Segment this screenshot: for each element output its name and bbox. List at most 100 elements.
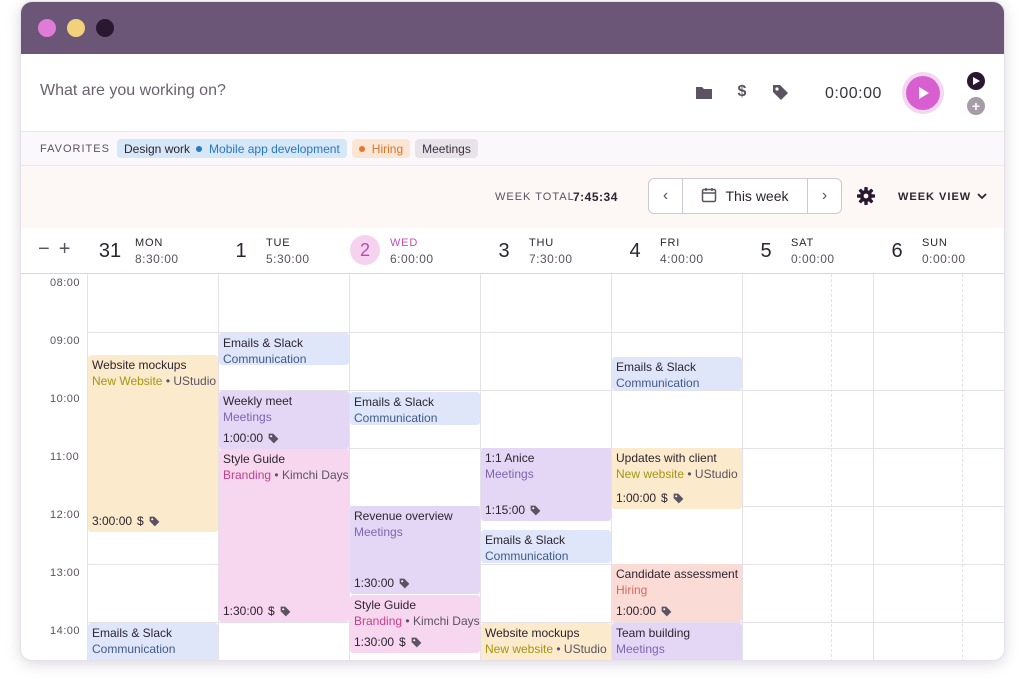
- time-entry-style-guide[interactable]: Style Guide Branding • Kimchi Days 1:30:…: [350, 595, 480, 653]
- hour-label: 09:00: [50, 335, 81, 347]
- timer-mode-icon[interactable]: [967, 72, 985, 90]
- tag-icon: [673, 493, 684, 504]
- entry-title: Emails & Slack: [485, 533, 566, 547]
- entry-title: Emails & Slack: [616, 360, 697, 374]
- time-entry-emails-slack[interactable]: Emails & Slack Communication: [350, 392, 480, 425]
- time-entry-website-mockups[interactable]: Website mockups New website • UStudio: [481, 623, 611, 660]
- timer-value: 0:00:00: [825, 85, 882, 102]
- task-description-input[interactable]: [40, 82, 460, 100]
- entry-project: New website: [485, 642, 554, 656]
- billable-dollar-icon: $: [137, 514, 144, 528]
- day-number: 1: [235, 240, 247, 262]
- day-number: 6: [891, 240, 903, 262]
- entry-project: Meetings: [354, 525, 403, 539]
- week-total-label: WEEK TOTAL: [495, 191, 575, 203]
- day-name: SUN: [922, 237, 948, 249]
- title-bar: [21, 2, 1004, 54]
- time-entry-style-guide[interactable]: Style Guide Branding • Kimchi Days 1:30:…: [219, 449, 349, 622]
- day-column-divider: [873, 274, 874, 660]
- entry-duration: 1:00:00: [223, 431, 264, 445]
- entry-title: Website mockups: [92, 358, 187, 372]
- time-entry-revenue-overview[interactable]: Revenue overview Meetings 1:30:00: [350, 506, 480, 594]
- entry-project: New website: [616, 467, 685, 481]
- day-name: MON: [135, 237, 164, 249]
- day-name: WED: [390, 237, 419, 249]
- entry-project: Branding: [223, 468, 272, 482]
- entry-project: Meetings: [223, 410, 272, 424]
- week-toolbar: WEEK TOTAL 7:45:34 ‹ This week › WEEK VI…: [21, 166, 1004, 228]
- day-name: TUE: [266, 237, 291, 249]
- time-entry-weekly-meet[interactable]: Weekly meet Meetings 1:00:00: [219, 391, 349, 449]
- time-entry-website-mockups[interactable]: Website mockups New Website • UStudio 3:…: [88, 355, 218, 532]
- entry-project: Communication: [354, 411, 438, 425]
- time-entry-updates-with-client[interactable]: Updates with client New website • UStudi…: [612, 448, 742, 509]
- previous-week-button[interactable]: ‹: [649, 179, 683, 213]
- zoom-in-button[interactable]: +: [59, 238, 71, 261]
- close-window-button[interactable]: [38, 19, 56, 37]
- entry-project: Communication: [616, 376, 700, 390]
- calendar-icon: [701, 187, 717, 206]
- favorite-chip-design-work[interactable]: Design work Mobile app development: [117, 139, 347, 158]
- bullet-separator: •: [687, 467, 692, 481]
- week-picker-button[interactable]: This week: [683, 179, 807, 213]
- entry-title: 1:1 Anice: [485, 451, 535, 465]
- billable-dollar-icon: $: [399, 635, 406, 649]
- day-column-subdivider: [962, 274, 963, 660]
- favorite-chip-meetings[interactable]: Meetings: [415, 139, 478, 158]
- tag-icon: [661, 606, 672, 617]
- entry-project: Communication: [92, 642, 176, 656]
- entry-title: Style Guide: [354, 598, 417, 612]
- folder-icon[interactable]: [694, 82, 714, 102]
- entry-duration: 1:15:00: [485, 503, 526, 517]
- entry-client: UStudio: [173, 374, 217, 388]
- tag-icon[interactable]: [770, 82, 790, 102]
- minimize-window-button[interactable]: [67, 19, 85, 37]
- entry-title: Emails & Slack: [354, 395, 435, 409]
- entry-title: Style Guide: [223, 452, 286, 466]
- chevron-down-icon: [977, 191, 987, 203]
- day-column-divider: [742, 274, 743, 660]
- entry-project: Meetings: [616, 642, 665, 656]
- entry-project: Hiring: [616, 583, 648, 597]
- entry-duration: 1:00:00: [616, 604, 657, 618]
- bullet-separator: •: [274, 468, 279, 482]
- hour-label: 14:00: [50, 625, 81, 637]
- time-entry-emails-slack[interactable]: Emails & Slack Communication: [612, 357, 742, 390]
- day-number-today: 2: [350, 235, 380, 265]
- time-entry-1-1-anice[interactable]: 1:1 Anice Meetings 1:15:00: [481, 448, 611, 521]
- next-week-button[interactable]: ›: [807, 179, 841, 213]
- favorites-label: FAVORITES: [40, 143, 110, 155]
- day-total: 7:30:00: [529, 252, 573, 266]
- day-number: 3: [498, 240, 510, 262]
- hour-label: 10:00: [50, 393, 81, 405]
- entry-project: Branding: [354, 614, 403, 628]
- entry-title: Emails & Slack: [223, 336, 304, 350]
- dollar-icon[interactable]: $: [732, 82, 752, 102]
- time-entry-emails-slack[interactable]: Emails & Slack Communication: [219, 333, 349, 365]
- entry-project: Communication: [485, 549, 569, 563]
- day-name: SAT: [791, 237, 814, 249]
- entry-project: Communication: [223, 352, 307, 365]
- favorite-chip-hiring[interactable]: Hiring: [351, 139, 411, 158]
- start-timer-button[interactable]: [902, 72, 944, 114]
- view-select[interactable]: WEEK VIEW: [898, 191, 987, 203]
- time-entry-candidate-assessment[interactable]: Candidate assessment Hiring 1:00:00: [612, 564, 742, 622]
- time-entry-emails-slack[interactable]: Emails & Slack Communication: [481, 530, 611, 563]
- add-icon[interactable]: +: [967, 97, 985, 115]
- chip-label: Hiring: [371, 141, 404, 156]
- chip-label: Meetings: [422, 141, 471, 156]
- time-entry-team-building[interactable]: Team building Meetings: [612, 623, 742, 660]
- entry-title: Team building: [616, 626, 691, 640]
- time-entry-emails-slack[interactable]: Emails & Slack Communication: [88, 623, 218, 660]
- entry-client: Kimchi Days: [412, 614, 480, 628]
- entry-title: Candidate assessment: [616, 567, 739, 581]
- maximize-window-button[interactable]: [96, 19, 114, 37]
- gear-icon[interactable]: [856, 186, 876, 206]
- zoom-out-button[interactable]: −: [38, 238, 50, 261]
- day-total: 0:00:00: [922, 252, 966, 266]
- favorites-bar: FAVORITES Design work Mobile app develop…: [21, 132, 1004, 166]
- entry-title: Emails & Slack: [92, 626, 173, 640]
- day-name: THU: [529, 237, 555, 249]
- entry-duration: 1:30:00: [354, 635, 395, 649]
- calendar-grid[interactable]: 08:00 09:00 10:00 11:00 12:00 13:00 14:0…: [21, 274, 1004, 660]
